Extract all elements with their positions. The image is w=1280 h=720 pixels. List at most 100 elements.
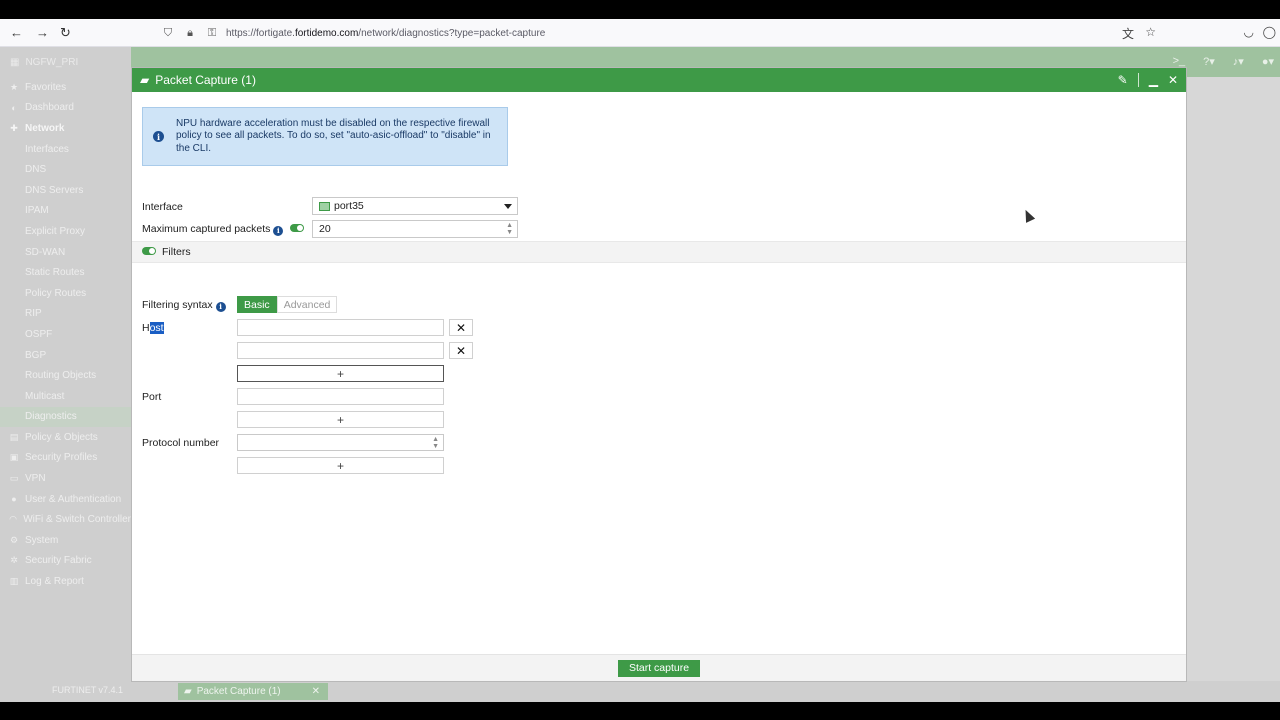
syntax-advanced-button[interactable]: Advanced [276,296,338,313]
sidebar-item-sd-wan[interactable]: SD-WAN [0,242,131,263]
capture-icon: ▰ [184,686,192,697]
info-icon[interactable]: i [273,225,284,236]
host-input-1[interactable] [237,319,444,336]
close-icon[interactable]: ✕ [1168,73,1178,87]
filtering-syntax-label: Filtering syntax i [142,299,226,312]
filters-label: Filters [162,246,191,258]
max-packets-label: Maximum captured packets i [142,223,284,236]
filtering-syntax-switch: Basic Advanced [237,296,338,313]
sidebar-item-rip[interactable]: RIP [0,304,131,325]
sidebar-item-label: Security Fabric [25,555,92,567]
sidebar-item-vpn[interactable]: ▭ VPN [0,468,131,489]
info-icon[interactable]: i [215,301,226,312]
sidebar-item-dashboard[interactable]: ◐ Dashboard [0,98,131,119]
remove-host-2-button[interactable]: ✕ [449,342,473,359]
sidebar-item-policy-routes[interactable]: Policy Routes [0,283,131,304]
sidebar-item-label: Dashboard [25,102,74,114]
add-port-button[interactable]: + [237,411,444,428]
host-label: Host [142,322,164,334]
pocket-icon[interactable]: ◡ [1244,25,1254,39]
host-label-first: H [142,322,150,334]
sidebar-item-user-authentication[interactable]: ● User & Authentication [0,489,131,510]
minimize-icon[interactable]: ▁ [1149,73,1158,87]
syntax-basic-button[interactable]: Basic [237,296,277,313]
star-icon: ★ [9,81,19,92]
max-packets-label-text: Maximum captured packets [142,223,271,235]
user-menu-icon[interactable]: ●▾ [1262,55,1274,68]
wifi-icon: ◠ [9,514,18,525]
translate-icon[interactable]: 文 [1122,25,1134,42]
address-bar[interactable]: ⛉ 🔒︎ ⚿ https://fortigate. fortidemo.com/n… [160,22,1160,44]
account-icon[interactable]: ◯ [1263,25,1276,39]
bookmark-star-icon[interactable]: ☆ [1145,25,1156,39]
sidebar-item-routing-objects[interactable]: Routing Objects [0,365,131,386]
sidebar-item-wifi-switch[interactable]: ◠ WiFi & Switch Controller [0,509,131,530]
sidebar-item-favorites[interactable]: ★ Favorites [0,77,131,98]
edit-icon[interactable]: ✎ [1118,73,1128,87]
toggle-icon [142,247,156,255]
interface-select[interactable]: port35 [312,197,518,215]
device-header[interactable]: ▦ NGFW_PRI [0,47,131,77]
dialog-body: i NPU hardware acceleration must be disa… [132,92,1186,655]
sidebar-item-policy-objects[interactable]: ▤ Policy & Objects [0,427,131,448]
stepper-icon[interactable]: ▲ ▼ [432,436,439,450]
sidebar-item-interfaces[interactable]: Interfaces [0,139,131,160]
sidebar-item-label: Routing Objects [25,370,97,382]
sidebar-item-label: BGP [25,349,47,361]
add-protocol-button[interactable]: + [237,457,444,474]
policy-icon: ▤ [9,431,19,442]
sidebar-item-dns-servers[interactable]: DNS Servers [0,180,131,201]
sidebar-item-label: Static Routes [25,267,85,279]
sidebar-item-label: DNS Servers [25,184,84,196]
sidebar-item-ospf[interactable]: OSPF [0,324,131,345]
sidebar-item-network[interactable]: ✚ Network [0,118,131,139]
add-host-button[interactable]: + [237,365,444,382]
close-icon[interactable]: ✕ [312,686,320,697]
forward-icon[interactable]: → [36,25,49,40]
protocol-input[interactable]: ▲ ▼ [237,434,444,451]
sidebar-item-security-fabric[interactable]: ✲ Security Fabric [0,551,131,572]
port-label: Port [142,391,162,403]
plus-icon: + [336,412,344,427]
sidebar-item-label: OSPF [25,328,53,340]
max-packets-toggle[interactable] [290,223,304,235]
sidebar-item-label: Security Profiles [25,452,98,464]
start-capture-button[interactable]: Start capture [617,659,701,677]
interface-value: port35 [334,200,364,212]
sidebar-item-diagnostics[interactable]: Diagnostics [0,406,131,428]
sidebar-item-explicit-proxy[interactable]: Explicit Proxy [0,221,131,242]
sidebar-item-label: Favorites [25,81,67,93]
device-name: NGFW_PRI [25,56,79,68]
reload-icon[interactable]: ↻ [60,25,71,41]
sidebar-item-bgp[interactable]: BGP [0,345,131,366]
sidebar-item-dns[interactable]: DNS [0,159,131,180]
dialog-title-bar[interactable]: ▰ Packet Capture (1) ✎ ▁ ✕ [132,68,1186,92]
sidebar-item-ipam[interactable]: IPAM [0,201,131,222]
lock-icon: ▣ [9,452,19,463]
screen-top-bar [0,0,1280,19]
sidebar-item-security-profiles[interactable]: ▣ Security Profiles [0,448,131,469]
bell-icon[interactable]: ♪▾ [1233,55,1244,68]
help-icon[interactable]: ?▾ [1203,55,1215,68]
stepper-icon[interactable]: ▲ ▼ [506,222,513,236]
brand-logo: FURTINET [52,684,97,695]
filters-toggle[interactable] [142,246,156,258]
sidebar-item-label: Network [25,122,65,134]
sidebar-item-label: Interfaces [25,143,69,155]
max-packets-input[interactable]: 20 ▲ ▼ [312,220,518,238]
remove-host-1-button[interactable]: ✕ [449,319,473,336]
back-icon[interactable]: ← [10,25,23,40]
host-input-2[interactable] [237,342,444,359]
sidebar-item-label: WiFi & Switch Controller [23,514,131,526]
sidebar-item-multicast[interactable]: Multicast [0,386,131,407]
sidebar-item-log-report[interactable]: ▥ Log & Report [0,571,131,592]
taskbar: ▰ Packet Capture (1) ✕ [131,681,1280,702]
port-input[interactable] [237,388,444,405]
shield-icon: ⛉ [163,26,173,39]
sidebar-item-system[interactable]: ⚙ System [0,530,131,551]
key-icon: ⚿ [207,26,217,39]
taskbar-item-packet-capture[interactable]: ▰ Packet Capture (1) ✕ [178,683,328,700]
dialog-title: Packet Capture (1) [155,73,256,87]
sidebar-item-static-routes[interactable]: Static Routes [0,262,131,283]
url-prefix: https://fortigate. [226,27,295,39]
